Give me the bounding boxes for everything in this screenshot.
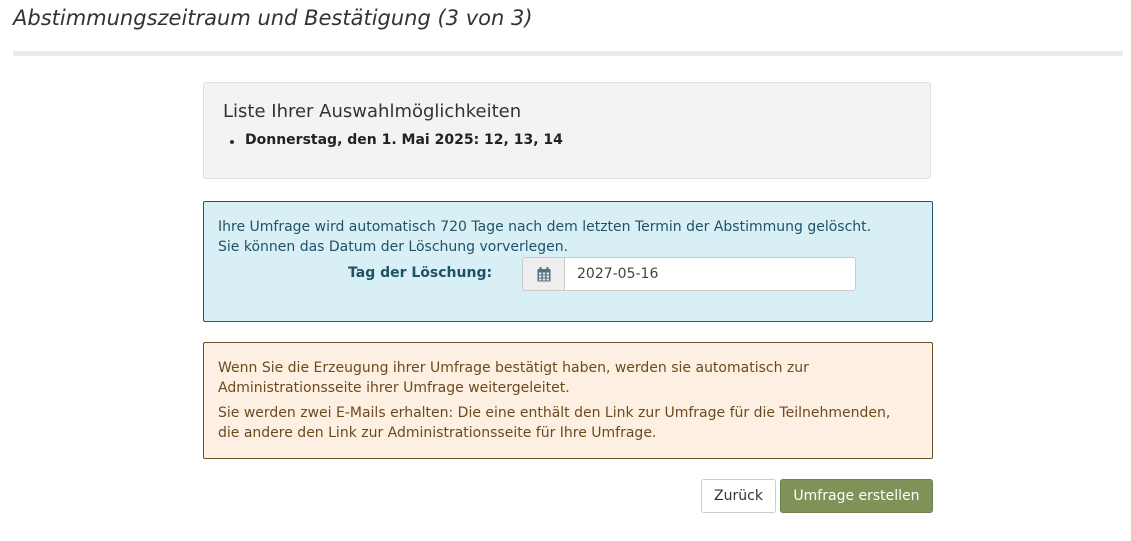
redirect-notice-line-1: Wenn Sie die Erzeugung ihrer Umfrage bes… (218, 360, 809, 376)
deletion-date-input[interactable] (564, 257, 856, 291)
deletion-info-line-2: Sie können das Datum der Löschung vorver… (218, 239, 569, 255)
back-button[interactable]: Zurück (701, 479, 776, 513)
choices-panel: Liste Ihrer Auswahlmöglichkeiten Donners… (203, 82, 931, 179)
deletion-info-line-1: Ihre Umfrage wird automatisch 720 Tage n… (218, 219, 872, 235)
redirect-notice: Wenn Sie die Erzeugung ihrer Umfrage bes… (218, 358, 809, 398)
create-poll-button[interactable]: Umfrage erstellen (780, 479, 933, 513)
deletion-info-text: Ihre Umfrage wird automatisch 720 Tage n… (218, 217, 871, 257)
email-notice-line-2: die andere den Link zur Administrationss… (218, 425, 657, 441)
redirect-notice-line-2: Administrationsseite ihrer Umfrage weite… (218, 380, 570, 396)
choices-heading: Liste Ihrer Auswahlmöglichkeiten (223, 101, 522, 122)
email-notice: Sie werden zwei E-Mails erhalten: Die ei… (218, 403, 890, 443)
confirmation-warning-alert: Wenn Sie die Erzeugung ihrer Umfrage bes… (203, 342, 933, 459)
deletion-info-alert: Ihre Umfrage wird automatisch 720 Tage n… (203, 201, 933, 322)
choices-list: Donnerstag, den 1. Mai 2025: 12, 13, 14 (230, 132, 563, 148)
list-item: Donnerstag, den 1. Mai 2025: 12, 13, 14 (230, 132, 563, 148)
calendar-icon[interactable] (522, 257, 564, 291)
deletion-date-label: Tag der Löschung: (348, 265, 493, 281)
page-title: Abstimmungszeitraum und Bestätigung (3 v… (13, 6, 533, 30)
title-divider (13, 51, 1123, 56)
deletion-date-group (522, 257, 856, 291)
email-notice-line-1: Sie werden zwei E-Mails erhalten: Die ei… (218, 405, 891, 421)
